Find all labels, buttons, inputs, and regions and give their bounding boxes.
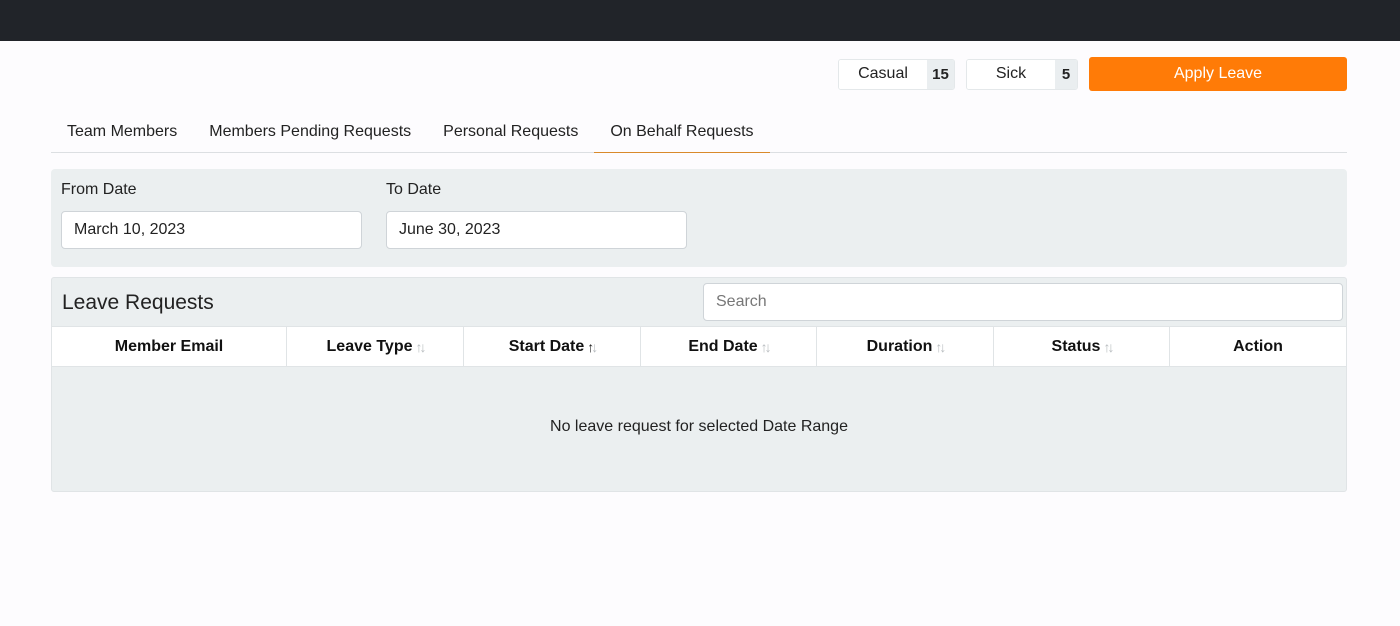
top-navbar [0,0,1400,41]
tab-personal-requests[interactable]: Personal Requests [427,112,594,152]
sort-ascending-icon[interactable]: ↑↓ [587,339,598,355]
search-input[interactable]: Search [703,283,1343,321]
from-date-label: From Date [61,181,137,198]
column-label: Duration [866,337,933,355]
column-label: Status [1051,337,1101,355]
empty-state-message: No leave request for selected Date Range [550,418,848,435]
column-label: Leave Type [326,337,413,355]
column-header-end-date[interactable]: End Date ↑↓ [641,327,817,366]
from-date-input[interactable]: March 10, 2023 [61,211,362,249]
from-date-field: From Date March 10, 2023 [61,181,362,249]
column-header-action: Action [1170,327,1346,366]
column-label: Member Email [114,337,224,355]
sort-icon[interactable]: ↑↓ [761,339,772,355]
tab-label: Team Members [67,123,178,140]
tab-label: On Behalf Requests [610,123,754,140]
column-header-leave-type[interactable]: Leave Type ↑↓ [287,327,464,366]
tab-label: Personal Requests [443,123,579,140]
to-date-field: To Date June 30, 2023 [386,181,687,249]
column-header-start-date[interactable]: Start Date ↑↓ [464,327,641,366]
sick-balance-label: Sick [967,59,1055,89]
column-header-member-email: Member Email [52,327,287,366]
tab-team-members[interactable]: Team Members [51,112,193,152]
to-date-input[interactable]: June 30, 2023 [386,211,687,249]
tab-members-pending-requests[interactable]: Members Pending Requests [193,112,427,152]
column-header-duration[interactable]: Duration ↑↓ [817,327,994,366]
column-label: End Date [688,337,758,355]
column-header-status[interactable]: Status ↑↓ [994,327,1170,366]
sick-balance-badge: Sick 5 [966,58,1078,90]
table-header: Member Email Leave Type ↑↓ Start Date ↑↓… [52,326,1346,367]
tab-on-behalf-requests[interactable]: On Behalf Requests [594,112,770,153]
casual-balance-badge: Casual 15 [838,58,955,90]
column-label: Action [1233,337,1283,355]
tab-label: Members Pending Requests [209,123,412,140]
leave-requests-panel: Leave Requests Search Member Email Leave… [51,277,1347,492]
sort-icon[interactable]: ↑↓ [415,339,426,355]
tab-bar: Team Members Members Pending Requests Pe… [51,112,1347,153]
casual-balance-label: Casual [839,59,927,89]
date-filter-panel: From Date March 10, 2023 To Date June 30… [51,169,1347,267]
apply-leave-button[interactable]: Apply Leave [1089,57,1347,91]
sort-icon[interactable]: ↑↓ [935,339,946,355]
sick-balance-count: 5 [1055,59,1077,89]
to-date-label: To Date [386,181,442,198]
column-label: Start Date [508,337,585,355]
panel-title: Leave Requests [62,291,214,314]
casual-balance-count: 15 [927,59,954,89]
sort-icon[interactable]: ↑↓ [1103,339,1114,355]
leave-balances: Casual 15 Sick 5 Apply Leave [838,57,1347,91]
